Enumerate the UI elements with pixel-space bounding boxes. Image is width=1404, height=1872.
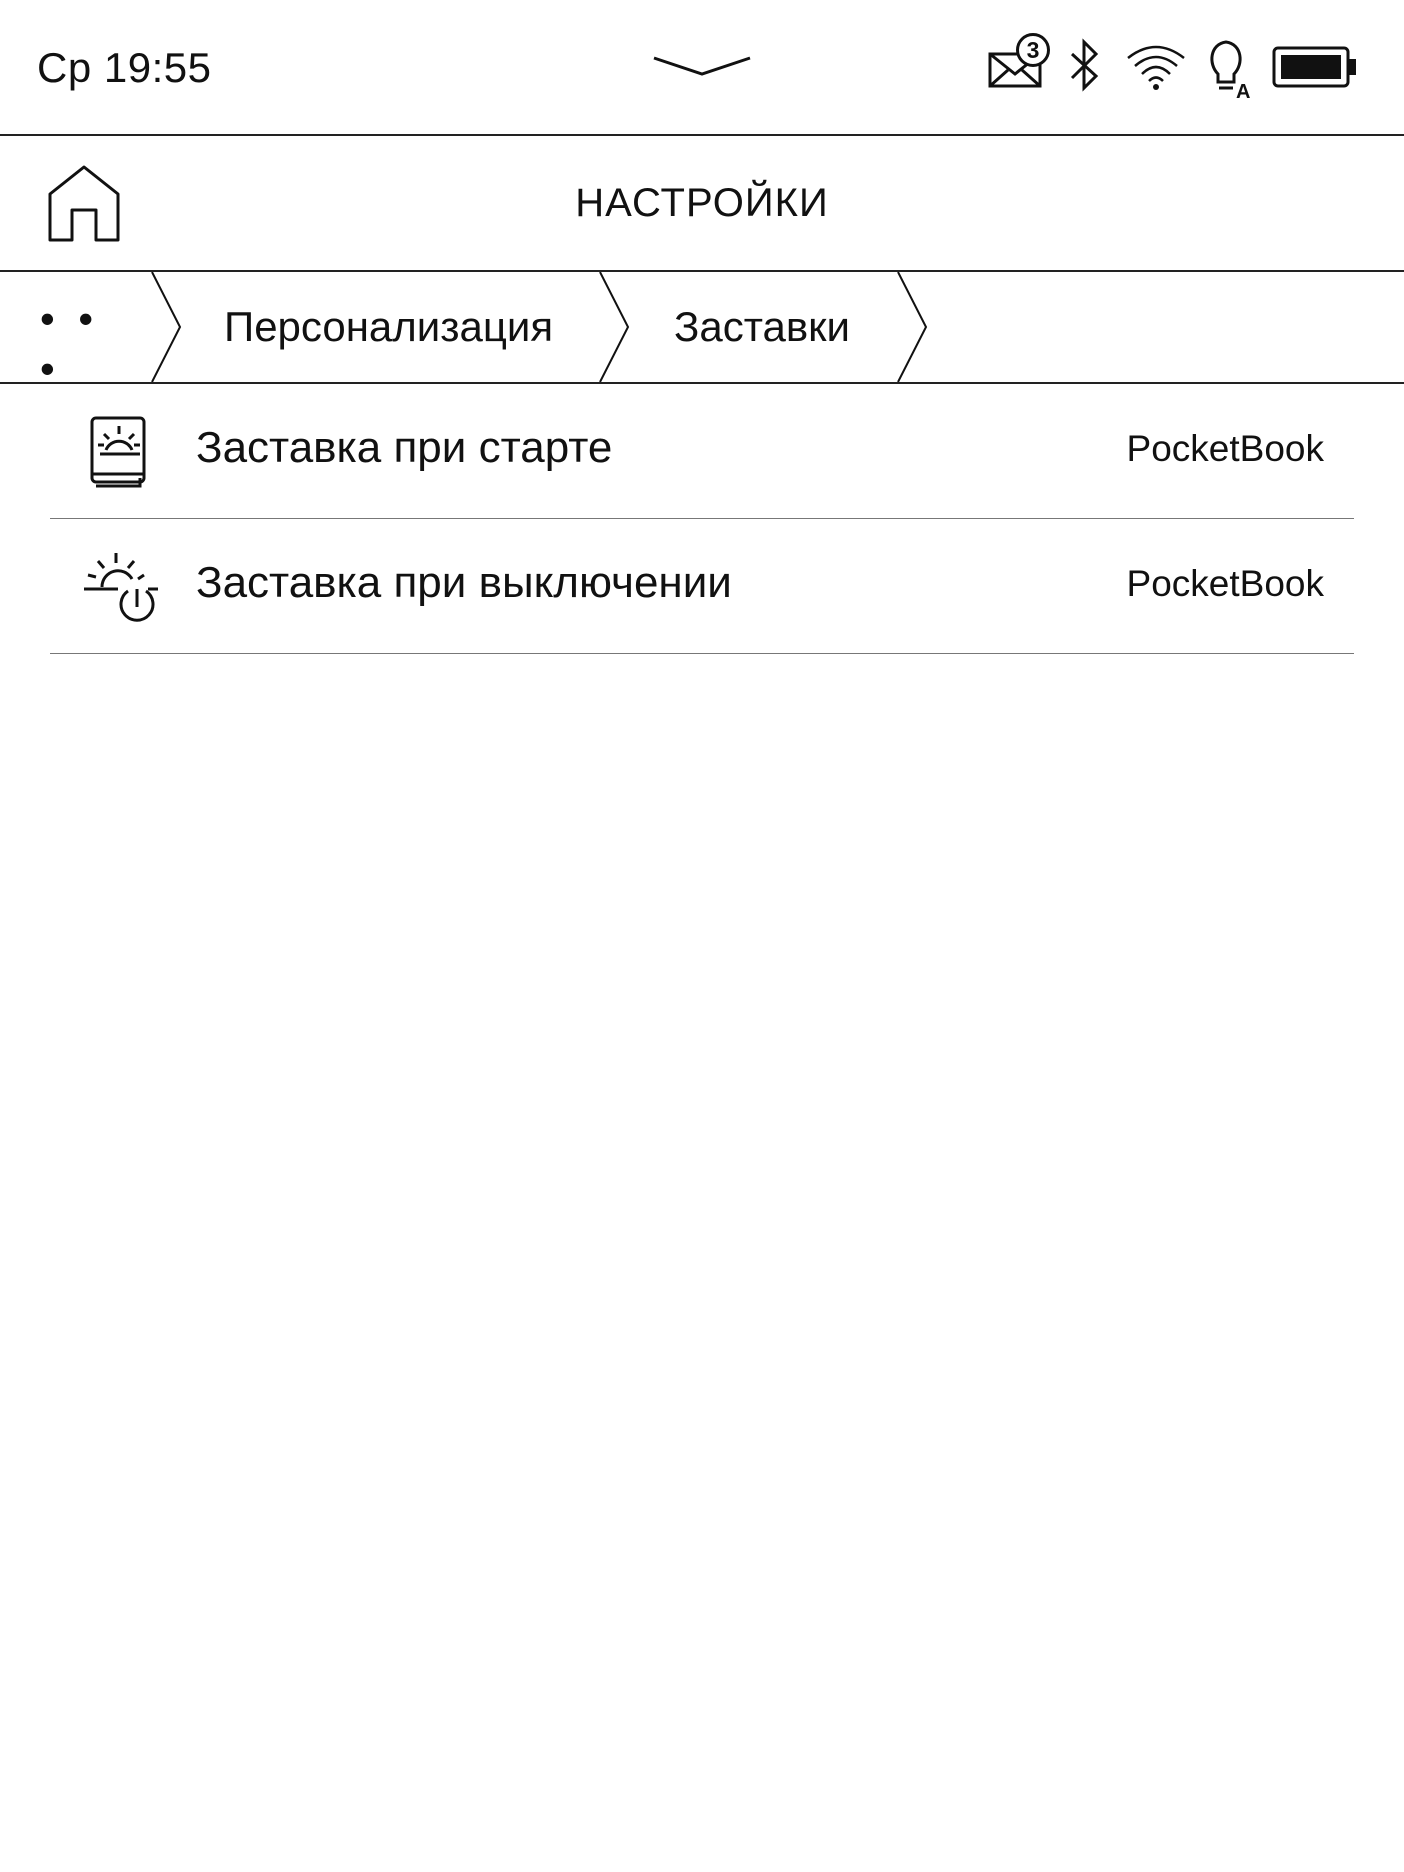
breadcrumb-item-personalization[interactable]: Персонализация [224,302,553,352]
list-item-startup-logo[interactable]: Заставка при старте PocketBook [50,384,1354,519]
status-time: Ср 19:55 [37,44,212,91]
battery-icon[interactable] [1272,46,1358,88]
item-label: Заставка при старте [196,423,613,472]
item-label: Заставка при выключении [196,558,732,607]
item-value: PocketBook [1126,563,1324,604]
list-item-power-off-logo[interactable]: Заставка при выключении PocketBook [50,519,1354,654]
page-title: НАСТРОЙКИ [575,181,829,225]
item-value: PocketBook [1126,428,1324,469]
svg-text:A: A [1236,81,1250,100]
frontlight-auto-icon[interactable]: A [1204,38,1262,100]
settings-list: Заставка при старте PocketBook Заставка … [50,384,1354,654]
breadcrumb-more-button[interactable]: • • • [40,294,120,392]
breadcrumb-item-logos[interactable]: Заставки [674,302,850,352]
power-off-logo-icon [84,553,158,622]
header: НАСТРОЙКИ [0,136,1404,272]
mail-count-badge: 3 [1016,33,1050,67]
breadcrumb: • • • Персонализация Заставки [0,272,1404,392]
wifi-icon[interactable] [1124,42,1188,92]
startup-logo-icon [90,416,146,488]
bluetooth-icon[interactable] [1066,38,1104,94]
status-bar: Ср 19:55 3 A [0,0,1404,136]
chevron-down-icon[interactable] [650,50,754,82]
